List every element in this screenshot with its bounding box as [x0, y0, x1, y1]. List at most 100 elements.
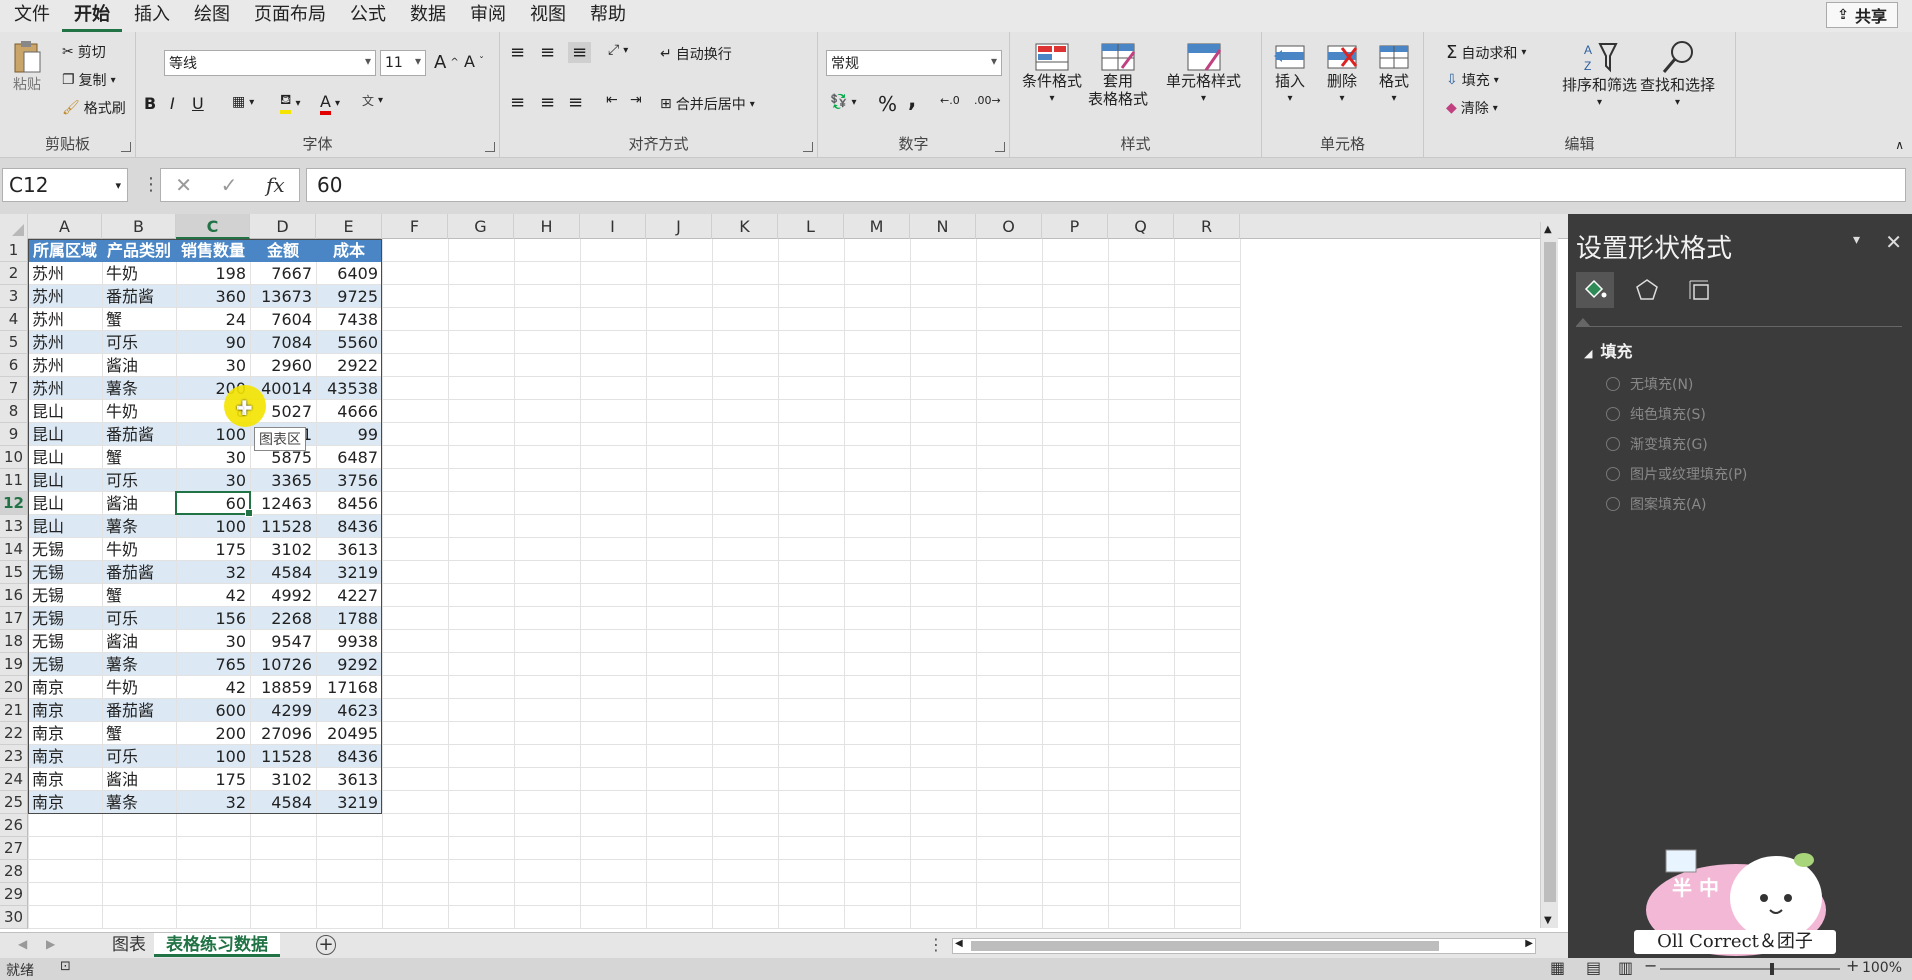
radio-icon[interactable]	[1606, 497, 1620, 511]
enter-icon[interactable]: ✓	[221, 173, 238, 197]
row-header-4[interactable]: 4	[0, 308, 28, 331]
radio-icon[interactable]	[1606, 377, 1620, 391]
row-header-16[interactable]: 16	[0, 584, 28, 607]
scroll-right-icon[interactable]: ▶	[1525, 938, 1533, 949]
vertical-scrollbar[interactable]: ▲ ▼	[1540, 222, 1558, 928]
horizontal-scroll-thumb[interactable]	[971, 941, 1439, 951]
row-header-1[interactable]: 1	[0, 239, 28, 262]
font-color-button[interactable]: A ▾	[320, 92, 340, 115]
column-header-N[interactable]: N	[910, 214, 976, 239]
number-launcher[interactable]	[995, 142, 1005, 152]
cancel-icon[interactable]: ✕	[175, 173, 192, 197]
decrease-decimal-button[interactable]: .00→	[974, 94, 1001, 107]
menu-item-4[interactable]: 页面布局	[242, 0, 338, 32]
conditional-format-button[interactable]: 条件格式 ▾	[1022, 42, 1082, 108]
align-left-button[interactable]: ≡	[510, 92, 525, 113]
decrease-indent-button[interactable]: ⇤	[606, 92, 618, 108]
macro-record-icon[interactable]: ⊡	[60, 959, 71, 974]
row-header-21[interactable]: 21	[0, 699, 28, 722]
radio-icon[interactable]	[1606, 437, 1620, 451]
menu-item-5[interactable]: 公式	[338, 0, 398, 32]
column-header-R[interactable]: R	[1174, 214, 1240, 239]
column-header-H[interactable]: H	[514, 214, 580, 239]
collapse-ribbon-button[interactable]: ∧	[1895, 138, 1904, 152]
comma-button[interactable]: ,	[908, 88, 916, 113]
align-top-button[interactable]: ≡	[510, 42, 525, 63]
menu-item-7[interactable]: 审阅	[458, 0, 518, 32]
row-header-5[interactable]: 5	[0, 331, 28, 354]
zoom-level[interactable]: 100%	[1862, 960, 1902, 976]
scroll-up-icon[interactable]: ▲	[1544, 224, 1552, 235]
more-dots-icon[interactable]: ⋮	[142, 174, 160, 195]
row-header-26[interactable]: 26	[0, 814, 28, 837]
sort-filter-button[interactable]: AZ 排序和筛选 ▾	[1562, 40, 1637, 112]
formula-input[interactable]: 60	[306, 168, 1906, 202]
row-header-22[interactable]: 22	[0, 722, 28, 745]
format-as-table-button[interactable]: 套用 表格格式	[1088, 42, 1148, 108]
orientation-button[interactable]: ⤢ ▾	[608, 42, 628, 58]
grow-font-button[interactable]: A ^	[434, 52, 459, 73]
fill-section-header[interactable]: ◢ 填充	[1584, 338, 1632, 362]
wrap-text-button[interactable]: ↵ 自动换行	[660, 44, 732, 64]
copy-button[interactable]: ❐ 复制 ▾	[62, 70, 116, 90]
row-header-8[interactable]: 8	[0, 400, 28, 423]
row-header-15[interactable]: 15	[0, 561, 28, 584]
align-right-button[interactable]: ≡	[568, 92, 583, 113]
column-header-C[interactable]: C	[176, 214, 250, 239]
merge-center-button[interactable]: ⊞ 合并后居中 ▾	[660, 94, 755, 114]
column-header-P[interactable]: P	[1042, 214, 1108, 239]
shrink-font-button[interactable]: Aˇ	[464, 52, 484, 71]
row-header-7[interactable]: 7	[0, 377, 28, 400]
paste-button[interactable]: 粘贴	[12, 40, 42, 94]
column-header-O[interactable]: O	[976, 214, 1042, 239]
cell-styles-button[interactable]: 单元格样式 ▾	[1166, 42, 1241, 108]
clipboard-launcher[interactable]	[121, 142, 131, 152]
radio-icon[interactable]	[1606, 467, 1620, 481]
underline-button[interactable]: U	[192, 94, 204, 113]
font-launcher[interactable]	[485, 142, 495, 152]
bold-button[interactable]: B	[144, 94, 156, 113]
row-header-30[interactable]: 30	[0, 906, 28, 929]
row-header-18[interactable]: 18	[0, 630, 28, 653]
column-header-Q[interactable]: Q	[1108, 214, 1174, 239]
alignment-launcher[interactable]	[803, 142, 813, 152]
column-header-L[interactable]: L	[778, 214, 844, 239]
align-bottom-button[interactable]: ≡	[568, 42, 592, 63]
column-header-K[interactable]: K	[712, 214, 778, 239]
row-header-3[interactable]: 3	[0, 285, 28, 308]
row-header-23[interactable]: 23	[0, 745, 28, 768]
column-header-D[interactable]: D	[250, 214, 316, 239]
column-header-J[interactable]: J	[646, 214, 712, 239]
row-header-29[interactable]: 29	[0, 883, 28, 906]
align-middle-button[interactable]: ≡	[540, 42, 555, 63]
row-header-6[interactable]: 6	[0, 354, 28, 377]
row-header-11[interactable]: 11	[0, 469, 28, 492]
tab-split-handle-icon[interactable]: ⋮	[928, 935, 944, 954]
row-header-19[interactable]: 19	[0, 653, 28, 676]
row-header-12[interactable]: 12	[0, 492, 28, 515]
row-header-9[interactable]: 9	[0, 423, 28, 446]
vertical-scroll-thumb[interactable]	[1544, 242, 1556, 902]
row-header-10[interactable]: 10	[0, 446, 28, 469]
add-sheet-button[interactable]: +	[316, 935, 336, 955]
fill-button[interactable]: ⇩ 填充 ▾	[1446, 70, 1499, 90]
column-header-G[interactable]: G	[448, 214, 514, 239]
pane-menu-icon[interactable]: ▾	[1853, 232, 1860, 248]
column-header-I[interactable]: I	[580, 214, 646, 239]
number-format-select[interactable]: 常规 ▾	[826, 50, 1002, 76]
percent-button[interactable]: %	[878, 92, 897, 116]
scroll-left-icon[interactable]: ◀	[955, 938, 963, 949]
increase-indent-button[interactable]: ⇥	[630, 92, 642, 108]
fill-option-2[interactable]: 渐变填充(G)	[1606, 434, 1708, 454]
column-header-E[interactable]: E	[316, 214, 382, 239]
column-header-A[interactable]: A	[28, 214, 102, 239]
delete-cells-button[interactable]: 删除 ▾	[1324, 42, 1360, 108]
close-icon[interactable]: ✕	[1885, 230, 1902, 254]
sheet-tab-1[interactable]: 表格练习数据	[154, 933, 280, 957]
radio-icon[interactable]	[1606, 407, 1620, 421]
menu-item-0[interactable]: 文件	[2, 0, 62, 32]
autosum-button[interactable]: Σ 自动求和 ▾	[1446, 42, 1526, 63]
tab-scroll-left-icon[interactable]: ◀	[18, 937, 27, 951]
menu-item-2[interactable]: 插入	[122, 0, 182, 32]
effects-tab[interactable]	[1628, 272, 1666, 308]
